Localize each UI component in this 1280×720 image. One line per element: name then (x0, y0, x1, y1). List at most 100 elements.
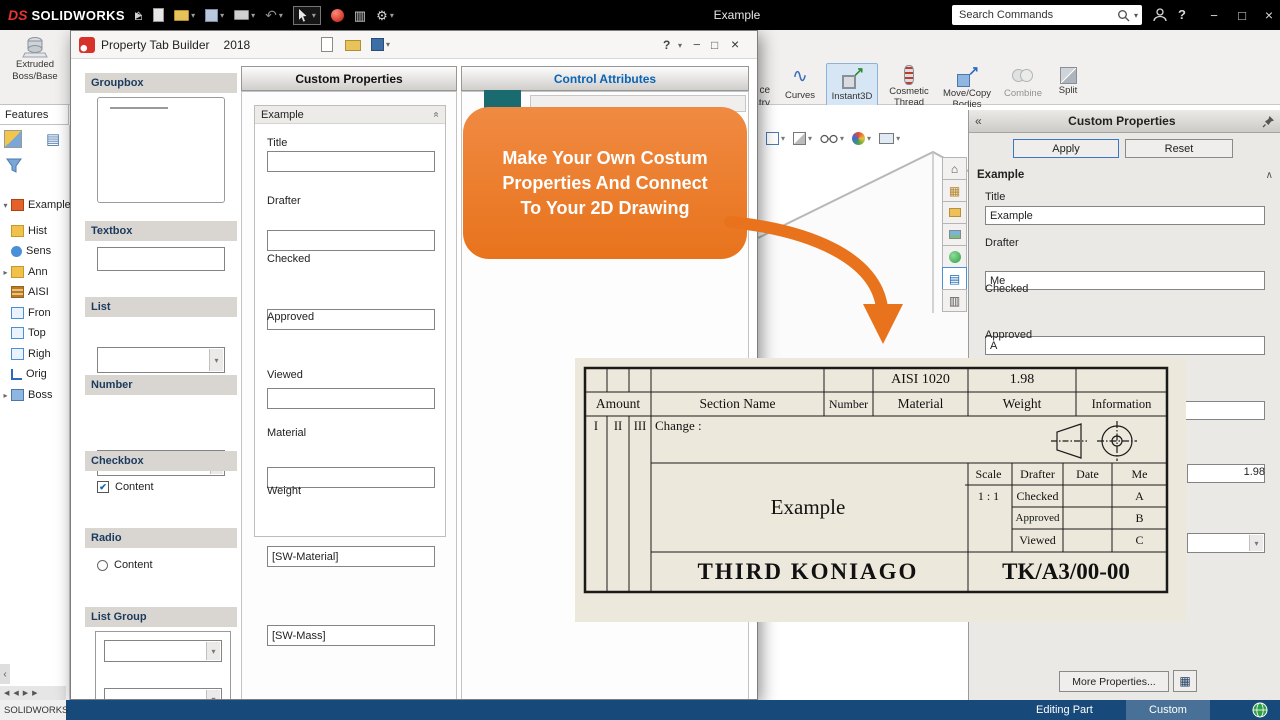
app-menu[interactable]: DS SOLIDWORKS ▶ (8, 0, 142, 30)
palette-textbox-header[interactable]: Textbox (85, 221, 237, 241)
pane-material-dropdown-partial[interactable]: ▾ (1187, 533, 1265, 553)
dialog-close-icon[interactable]: × (731, 36, 739, 52)
field-input[interactable] (267, 230, 435, 251)
display-pane-icon[interactable]: ▤ (46, 130, 60, 148)
pane-field-input[interactable]: Example (985, 206, 1265, 225)
tree-item-history[interactable]: Hist (0, 222, 70, 240)
view-orientation-button[interactable]: ▾ (766, 132, 785, 145)
palette-checkbox-header[interactable]: Checkbox (85, 451, 237, 471)
palette-groupbox-preview[interactable] (97, 97, 225, 203)
tool-extruded-boss-base[interactable]: Extruded Boss/Base (0, 33, 70, 103)
home-icon[interactable]: ⌂ (134, 8, 143, 23)
tree-item-material[interactable]: AISI (0, 283, 70, 301)
open-document-button[interactable]: ▾ (174, 9, 195, 21)
tab-file-explorer[interactable] (942, 201, 967, 224)
model-tabs-scroller[interactable]: ◀ ◀ ▶ ▶ (0, 686, 66, 700)
search-dropdown-icon[interactable]: ▾ (1130, 11, 1142, 20)
palette-groupbox-header[interactable]: Groupbox (85, 73, 237, 93)
hide-show-button[interactable]: ▾ (820, 134, 844, 144)
listgroup-list[interactable]: ▾ (104, 688, 222, 699)
field-input[interactable] (267, 388, 435, 409)
globe-icon[interactable] (1252, 702, 1268, 718)
status-tab-custom[interactable]: Custom (1126, 700, 1210, 720)
tab-view-palette[interactable] (942, 223, 967, 246)
next-tab-icon[interactable]: ▶ (23, 689, 28, 697)
sphere-icon[interactable] (330, 8, 344, 22)
tab-design-library[interactable]: ▦ (942, 179, 967, 202)
tree-item-front-plane[interactable]: Fron (0, 304, 70, 322)
tab-features[interactable]: Features (0, 104, 69, 125)
display-style-button[interactable]: ▾ (793, 132, 812, 145)
restore-button[interactable]: □ (1230, 0, 1254, 30)
tree-item-sensors[interactable]: Sens (0, 242, 70, 260)
minimize-button[interactable]: − (1202, 0, 1226, 30)
listgroup-list[interactable]: ▾ (104, 640, 222, 662)
prev-tab-icon[interactable]: ◀ (13, 689, 18, 697)
tab-custom-properties[interactable]: ▤ (942, 267, 967, 290)
pin-icon[interactable] (1262, 115, 1275, 128)
apply-button[interactable]: Apply (1013, 139, 1119, 158)
palette-listgroup-preview[interactable]: ▾ ▾ ▾ (95, 631, 231, 699)
dialog-new-icon[interactable] (321, 37, 333, 52)
pane-scroll-left[interactable]: ‹ (0, 664, 10, 684)
palette-list-preview[interactable]: ▾ (97, 347, 225, 373)
palette-textbox-preview[interactable] (97, 247, 225, 271)
palette-listgroup-header[interactable]: List Group (85, 607, 237, 627)
search-commands-box[interactable]: Search Commands ▾ (952, 5, 1142, 25)
panels-icon[interactable]: ▥ (354, 9, 366, 22)
reset-button[interactable]: Reset (1125, 139, 1233, 158)
scene-button[interactable]: ▾ (879, 133, 900, 144)
palette-list-header[interactable]: List (85, 297, 237, 317)
help-icon[interactable]: ? (1178, 7, 1186, 22)
palette-radio-header[interactable]: Radio (85, 528, 237, 548)
pane-example-group-header[interactable]: Example ∧ (977, 166, 1273, 184)
dialog-minimize-icon[interactable]: − (693, 37, 701, 52)
save-button[interactable]: ▾ (205, 8, 224, 22)
undo-button[interactable]: ↶ ▾ (265, 7, 283, 24)
options-button[interactable]: ⚙ ▾ (376, 9, 394, 22)
collapse-icon[interactable]: « (431, 112, 442, 118)
field-input[interactable]: [SW-Mass] (267, 625, 435, 646)
tree-item-top-plane[interactable]: Top (0, 324, 70, 342)
close-button[interactable]: × (1258, 0, 1280, 30)
tree-item-annotations[interactable]: ▸ Ann (0, 263, 70, 281)
user-account-icon[interactable] (1152, 7, 1168, 23)
filter-icon[interactable] (6, 158, 22, 174)
tab-forum[interactable]: ▥ (942, 289, 967, 312)
dialog-open-icon[interactable] (345, 40, 361, 51)
field-input[interactable] (267, 151, 435, 172)
dialog-maximize-icon[interactable]: □ (711, 38, 718, 52)
dialog-save-button[interactable]: ▾ (371, 38, 390, 51)
first-tab-icon[interactable]: ◀ (4, 689, 9, 697)
expander-icon[interactable]: ▸ (0, 391, 11, 400)
print-button[interactable]: ▾ (234, 10, 255, 20)
example-groupbox[interactable]: Example « Title Drafter Checked Approved… (254, 105, 446, 646)
tab-appearances[interactable] (942, 245, 967, 268)
properties-manager-button[interactable]: ▦ (1173, 670, 1197, 692)
tree-item-origin[interactable]: Orig (0, 365, 70, 383)
tab-solidworks-resources[interactable]: ⌂ (942, 157, 967, 180)
collapse-pane-icon[interactable]: « (975, 114, 982, 128)
more-properties-button[interactable]: More Properties... (1059, 671, 1169, 692)
new-document-icon[interactable] (153, 8, 165, 22)
expander-icon[interactable]: ▾ (0, 201, 11, 210)
configurations-icon[interactable] (4, 130, 22, 148)
tree-item-right-plane[interactable]: Righ (0, 345, 70, 363)
example-groupbox-header[interactable]: Example « (255, 106, 445, 124)
tree-root-part[interactable]: ▾ Example (0, 196, 70, 214)
callout-text: Properties And Connect (502, 172, 708, 193)
tree-item-boss-extrude[interactable]: ▸ Boss (0, 386, 70, 404)
collapse-group-icon[interactable]: ∧ (1266, 170, 1273, 181)
dialog-help-icon[interactable]: ? (663, 38, 670, 52)
field-input[interactable]: [SW-Material] (267, 546, 435, 567)
custom-properties-canvas[interactable]: Example « Title Drafter Checked Approved… (241, 91, 457, 699)
palette-checkbox-preview[interactable]: ✔ Content (97, 479, 154, 495)
dialog-help-dropdown-icon[interactable]: ▾ (678, 41, 682, 50)
dialog-titlebar[interactable]: Property Tab Builder 2018 (71, 31, 757, 59)
palette-radio-preview[interactable]: Content (97, 557, 153, 573)
appearance-button[interactable]: ▾ (852, 132, 871, 145)
palette-number-header[interactable]: Number (85, 375, 237, 395)
select-tool-button[interactable]: ▾ (292, 5, 321, 25)
last-tab-icon[interactable]: ▶ (32, 689, 37, 697)
expander-icon[interactable]: ▸ (0, 268, 11, 277)
